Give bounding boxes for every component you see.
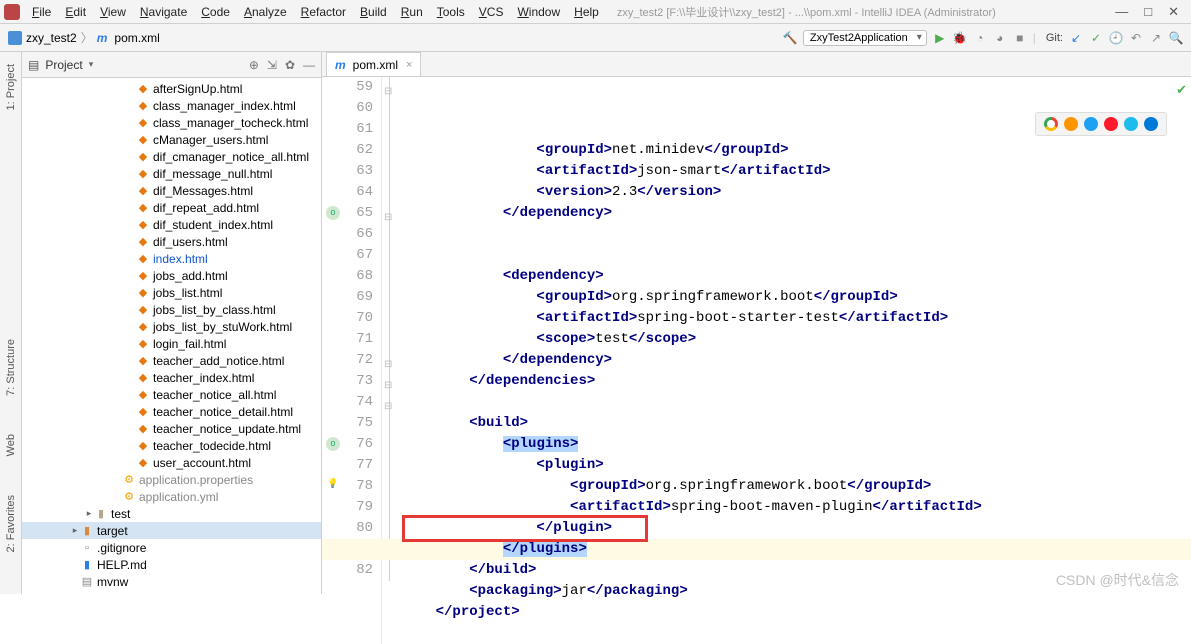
close-tab-icon[interactable]: ×: [406, 59, 412, 71]
side-tab-favorites[interactable]: 2: Favorites: [5, 491, 17, 556]
tree-item[interactable]: ◆dif_message_null.html: [22, 165, 321, 182]
menu-run[interactable]: Run: [395, 3, 429, 21]
tree-item[interactable]: ▤mvnw.cmd: [22, 590, 321, 594]
tree-item[interactable]: ◆class_manager_tocheck.html: [22, 114, 321, 131]
side-tab-project[interactable]: 1: Project: [5, 60, 17, 114]
menu-edit[interactable]: Edit: [59, 3, 92, 21]
tree-item[interactable]: ⚙application.yml: [22, 488, 321, 505]
tree-item[interactable]: ▸▮target: [22, 522, 321, 539]
coverage-icon[interactable]: ◔: [973, 31, 987, 45]
select-opened-icon[interactable]: ⊕: [249, 58, 259, 72]
commit-icon[interactable]: ✓: [1089, 31, 1103, 45]
safari-icon[interactable]: [1084, 117, 1098, 131]
tree-item[interactable]: ◆index.html: [22, 250, 321, 267]
project-icon: [8, 31, 22, 45]
build-icon[interactable]: 🔨: [783, 31, 797, 45]
firefox-icon[interactable]: [1064, 117, 1078, 131]
tree-item[interactable]: ◆dif_student_index.html: [22, 216, 321, 233]
chrome-icon[interactable]: [1044, 117, 1058, 131]
push-icon[interactable]: ↗: [1149, 31, 1163, 45]
panel-dropdown[interactable]: ▾: [89, 59, 94, 70]
close-button[interactable]: ✕: [1168, 4, 1179, 20]
update-icon[interactable]: ↙: [1069, 31, 1083, 45]
tree-item[interactable]: ◆jobs_list_by_stuWork.html: [22, 318, 321, 335]
tree-item[interactable]: ◆login_fail.html: [22, 335, 321, 352]
side-tab-web[interactable]: Web: [5, 430, 17, 460]
tree-item[interactable]: ◆dif_Messages.html: [22, 182, 321, 199]
tree-item[interactable]: ◆jobs_list_by_class.html: [22, 301, 321, 318]
git-label: Git:: [1046, 32, 1063, 44]
breadcrumb-file[interactable]: pom.xml: [114, 31, 159, 45]
menu-refactor[interactable]: Refactor: [295, 3, 352, 21]
maven-file-icon: m: [97, 31, 108, 45]
tree-item[interactable]: ◆teacher_todecide.html: [22, 437, 321, 454]
edge-icon[interactable]: [1144, 117, 1158, 131]
project-tree[interactable]: ◆afterSignUp.html◆class_manager_index.ht…: [22, 78, 321, 594]
side-tab-structure[interactable]: 7: Structure: [5, 335, 17, 400]
menu-tools[interactable]: Tools: [431, 3, 471, 21]
breadcrumb-sep: 〉: [81, 29, 93, 46]
tree-item[interactable]: ◆dif_cmanager_notice_all.html: [22, 148, 321, 165]
tree-item[interactable]: ⚙application.properties: [22, 471, 321, 488]
menu-build[interactable]: Build: [354, 3, 393, 21]
menu-navigate[interactable]: Navigate: [134, 3, 193, 21]
gear-icon[interactable]: ✿: [285, 58, 295, 72]
panel-title: Project: [45, 58, 82, 72]
app-icon: [4, 4, 20, 20]
watermark: CSDN @时代&信念: [1056, 570, 1179, 590]
tree-item[interactable]: ◆dif_users.html: [22, 233, 321, 250]
main-menu: FileEditViewNavigateCodeAnalyzeRefactorB…: [26, 3, 605, 21]
panel-icon: ▤: [28, 58, 39, 72]
hide-icon[interactable]: —: [303, 58, 315, 72]
run-config-selector[interactable]: ZxyTest2Application: [803, 30, 927, 46]
tree-item[interactable]: ◆cManager_users.html: [22, 131, 321, 148]
tree-item[interactable]: ◆jobs_add.html: [22, 267, 321, 284]
tree-item[interactable]: ◆jobs_list.html: [22, 284, 321, 301]
menu-help[interactable]: Help: [568, 3, 605, 21]
tree-item[interactable]: ◆afterSignUp.html: [22, 80, 321, 97]
opera-icon[interactable]: [1104, 117, 1118, 131]
stop-button[interactable]: ■: [1013, 31, 1027, 45]
tree-item[interactable]: ◆teacher_index.html: [22, 369, 321, 386]
tree-item[interactable]: ◆user_account.html: [22, 454, 321, 471]
menu-window[interactable]: Window: [511, 3, 566, 21]
tree-item[interactable]: ▮HELP.md: [22, 556, 321, 573]
collapse-all-icon[interactable]: ⇲: [267, 58, 277, 72]
history-icon[interactable]: 🕘: [1109, 31, 1123, 45]
tree-item[interactable]: ◆teacher_notice_update.html: [22, 420, 321, 437]
maximize-button[interactable]: □: [1144, 4, 1152, 20]
editor-tab-label: pom.xml: [353, 58, 398, 72]
ie-icon[interactable]: [1124, 117, 1138, 131]
maven-file-icon: m: [335, 58, 346, 72]
code-editor[interactable]: <groupId>net.minidev</groupId> <artifact…: [398, 77, 1191, 644]
editor-tab-pom[interactable]: m pom.xml ×: [326, 52, 421, 76]
profile-icon[interactable]: ◕: [993, 31, 1007, 45]
revert-icon[interactable]: ↶: [1129, 31, 1143, 45]
menu-view[interactable]: View: [94, 3, 132, 21]
browser-launcher-bar: [1035, 112, 1167, 136]
tree-item[interactable]: ▤mvnw: [22, 573, 321, 590]
tree-item[interactable]: ◆teacher_notice_detail.html: [22, 403, 321, 420]
search-icon[interactable]: 🔍: [1169, 31, 1183, 45]
breadcrumb-project[interactable]: zxy_test2: [26, 31, 77, 45]
tree-item[interactable]: ▫.gitignore: [22, 539, 321, 556]
tree-item[interactable]: ◆teacher_add_notice.html: [22, 352, 321, 369]
window-title: zxy_test2 [F:\\毕业设计\\zxy_test2] - ...\\p…: [617, 4, 996, 20]
tree-item[interactable]: ▸▮test: [22, 505, 321, 522]
menu-code[interactable]: Code: [195, 3, 236, 21]
run-button[interactable]: ▶: [933, 31, 947, 45]
minimize-button[interactable]: —: [1115, 4, 1128, 20]
tree-item[interactable]: ◆teacher_notice_all.html: [22, 386, 321, 403]
tree-item[interactable]: ◆class_manager_index.html: [22, 97, 321, 114]
tree-item[interactable]: ◆dif_repeat_add.html: [22, 199, 321, 216]
menu-vcs[interactable]: VCS: [473, 3, 510, 21]
menu-file[interactable]: File: [26, 3, 57, 21]
menu-analyze[interactable]: Analyze: [238, 3, 293, 21]
debug-button[interactable]: 🐞: [953, 31, 967, 45]
